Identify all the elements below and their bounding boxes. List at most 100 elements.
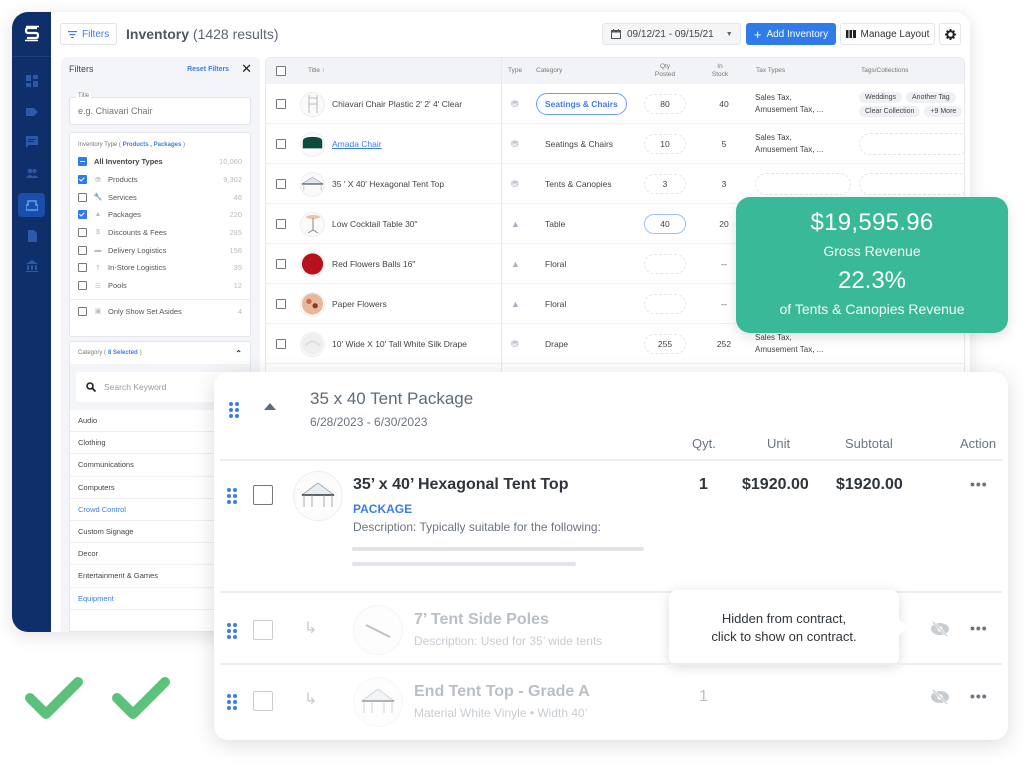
title-filter-input[interactable]: [70, 98, 250, 124]
filters-toggle-label: Filters: [82, 28, 110, 40]
eye-off-icon[interactable]: [930, 620, 950, 638]
filter-label: In-Store Logistics: [108, 263, 166, 273]
checkbox[interactable]: [78, 228, 87, 238]
filter-inventory-type[interactable]: $ Discounts & Fees 285: [70, 224, 250, 242]
filter-count: 220: [229, 210, 242, 220]
chat-icon[interactable]: [18, 130, 45, 154]
more-tags-chip[interactable]: +9 More: [924, 105, 963, 117]
reset-filters-link[interactable]: Reset Filters: [187, 66, 229, 73]
item-title[interactable]: Amada Chair: [332, 139, 382, 149]
tag-icon[interactable]: [18, 100, 45, 124]
filter-inventory-type[interactable]: ☰ Pools 12: [70, 277, 250, 295]
more-actions-icon[interactable]: •••: [970, 688, 988, 704]
drag-handle-icon[interactable]: [229, 402, 239, 418]
drag-handle-icon[interactable]: [227, 694, 237, 710]
table-row[interactable]: Chiavari Chair Plastic 2' 2' 4' Clear ⛃ Se…: [266, 84, 964, 124]
row-checkbox[interactable]: [276, 179, 286, 189]
manage-layout-button[interactable]: Manage Layout: [840, 23, 935, 45]
app-logo[interactable]: [12, 22, 51, 46]
inventory-icon[interactable]: [18, 193, 45, 217]
filter-inventory-type[interactable]: ▲ Packages 220: [70, 206, 250, 224]
col-qty-posted[interactable]: Qty Posted: [651, 58, 679, 84]
tax-types: Sales Tax, Amusement Tax, ...: [755, 92, 823, 117]
drag-handle-icon[interactable]: [227, 623, 237, 639]
date-range-picker[interactable]: 09/12/21 - 09/15/21 ▼: [602, 23, 741, 45]
row-checkbox[interactable]: [276, 99, 286, 109]
gear-icon: [944, 28, 956, 40]
checkbox[interactable]: [78, 281, 87, 291]
checkbox[interactable]: [78, 263, 87, 273]
row-checkbox[interactable]: [276, 259, 286, 269]
col-title[interactable]: Title ↑: [308, 58, 325, 84]
top-bar: Filters Inventory (1428 results) 09/12/2…: [51, 12, 970, 56]
bank-icon[interactable]: [18, 254, 45, 278]
qty-posted-input[interactable]: [644, 254, 686, 274]
divider: [220, 663, 1002, 665]
checkbox[interactable]: [78, 210, 87, 220]
filter-set-asides[interactable]: ▣ Only Show Set Asides 4: [70, 303, 250, 321]
result-count: (1428 results): [192, 26, 279, 42]
item-checkbox[interactable]: [253, 485, 273, 505]
qty-posted-input[interactable]: [644, 294, 686, 314]
close-icon[interactable]: ✕: [241, 61, 252, 77]
chevron-up-icon[interactable]: ⌃: [235, 349, 242, 358]
more-actions-icon[interactable]: •••: [970, 476, 988, 492]
filter-all-inventory-types[interactable]: All Inventory Types 10,060: [70, 153, 250, 171]
add-inventory-button[interactable]: + Add Inventory: [746, 23, 836, 45]
checkbox[interactable]: [78, 175, 87, 185]
qty-posted-input[interactable]: 80: [644, 94, 686, 114]
row-checkbox[interactable]: [276, 139, 286, 149]
filter-inventory-type[interactable]: ▬ Delivery Logistics 156: [70, 241, 250, 259]
tooltip-line: Hidden from contract,: [721, 611, 847, 626]
manage-layout-label: Manage Layout: [860, 28, 930, 40]
row-checkbox[interactable]: [276, 219, 286, 229]
col-tax-types[interactable]: Tax Types: [756, 58, 785, 84]
filters-toggle-button[interactable]: Filters: [60, 23, 118, 45]
qty-posted-input[interactable]: 255: [644, 334, 686, 354]
filter-inventory-type[interactable]: 🔧 Services 46: [70, 188, 250, 206]
checkbox-set-asides[interactable]: [78, 306, 87, 316]
tag-chip[interactable]: Clear Collection: [859, 105, 921, 117]
checkbox[interactable]: [78, 245, 87, 255]
qty-posted-input[interactable]: 40: [644, 214, 686, 234]
filter-label: Pools: [108, 281, 127, 291]
tags-empty-field[interactable]: [859, 173, 964, 195]
collapse-caret-icon[interactable]: [264, 403, 276, 410]
filter-inventory-type[interactable]: ⛃ Products 9,302: [70, 171, 250, 189]
checkbox[interactable]: [78, 192, 87, 202]
tags-empty-field[interactable]: [859, 133, 964, 155]
in-stock-value: --: [721, 299, 727, 309]
filter-inventory-type[interactable]: ☨ In-Store Logistics 35: [70, 259, 250, 277]
package-type-icon: ▲: [511, 259, 520, 269]
col-category[interactable]: Category: [536, 58, 562, 84]
item-checkbox[interactable]: [253, 620, 273, 640]
more-actions-icon[interactable]: •••: [970, 620, 988, 636]
tax-empty-field[interactable]: [755, 173, 851, 195]
tag-chip[interactable]: Another Tag: [906, 91, 956, 103]
qty-posted-input[interactable]: 3: [644, 174, 686, 194]
users-icon[interactable]: [18, 161, 45, 185]
table-row[interactable]: Amada Chair ⛃ Seatings & Chairs 10 5 Sales Ta…: [266, 124, 964, 164]
eye-off-icon[interactable]: [930, 688, 950, 706]
document-icon[interactable]: [18, 224, 45, 248]
category-text: Drape: [545, 339, 569, 349]
filter-count: 9,302: [223, 175, 242, 185]
select-all-checkbox[interactable]: [276, 66, 286, 76]
qty-posted-input[interactable]: 10: [644, 134, 686, 154]
col-tags[interactable]: Tags/Collections: [861, 58, 908, 84]
category-heading[interactable]: Category (8 Selected) ⌃: [70, 342, 250, 364]
item-checkbox[interactable]: [253, 691, 273, 711]
tag-chip[interactable]: Weddings: [859, 91, 903, 103]
drag-handle-icon[interactable]: [227, 488, 237, 504]
row-checkbox[interactable]: [276, 339, 286, 349]
rail-divider: [12, 56, 51, 57]
row-checkbox[interactable]: [276, 299, 286, 309]
item-thumbnail: [300, 251, 325, 277]
dashboard-icon[interactable]: [18, 69, 45, 93]
item-title: End Tent Top - Grade A: [414, 683, 590, 700]
settings-button[interactable]: [939, 23, 961, 45]
col-type[interactable]: Type: [508, 58, 522, 84]
category-pill[interactable]: Seatings & Chairs: [536, 93, 627, 115]
col-in-stock[interactable]: In Stock: [711, 58, 729, 84]
checkbox-all-types[interactable]: [78, 157, 87, 167]
